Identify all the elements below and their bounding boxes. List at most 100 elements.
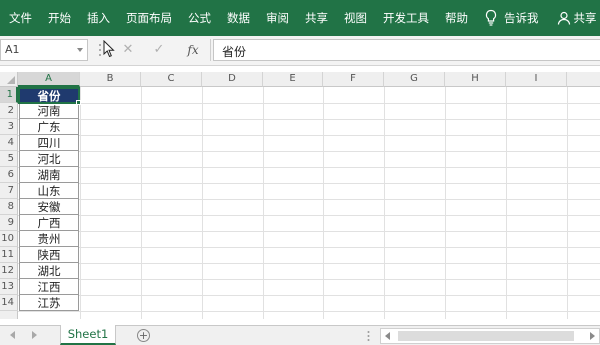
tab-review[interactable]: 审阅 bbox=[258, 0, 297, 36]
lightbulb-icon bbox=[485, 9, 497, 26]
gridline bbox=[202, 87, 203, 319]
row-header-15[interactable] bbox=[0, 311, 18, 319]
share-label: 共享 bbox=[573, 11, 597, 25]
column-header-e[interactable]: E bbox=[263, 72, 323, 87]
select-all-button[interactable] bbox=[0, 72, 18, 87]
name-box[interactable]: A1 bbox=[0, 39, 88, 61]
gridline bbox=[445, 87, 446, 319]
cell-a8[interactable]: 安徽 bbox=[19, 199, 79, 215]
row-header-14[interactable]: 14 bbox=[0, 295, 18, 311]
select-all-triangle-icon bbox=[7, 76, 15, 84]
scrollbar-thumb[interactable] bbox=[398, 331, 574, 341]
chevron-down-icon[interactable] bbox=[77, 48, 83, 52]
cell-a6[interactable]: 湖南 bbox=[19, 167, 79, 183]
gridline bbox=[18, 231, 600, 232]
gridline bbox=[18, 215, 600, 216]
row-header-12[interactable]: 12 bbox=[0, 263, 18, 279]
tab-file[interactable]: 文件 bbox=[0, 0, 40, 36]
cell-a2[interactable]: 河南 bbox=[19, 103, 79, 119]
row-header-13[interactable]: 13 bbox=[0, 279, 18, 295]
row-header-11[interactable]: 11 bbox=[0, 247, 18, 263]
row-header-5[interactable]: 5 bbox=[0, 151, 18, 167]
gridline bbox=[18, 247, 600, 248]
row-header-4[interactable]: 4 bbox=[0, 135, 18, 151]
cell-a13[interactable]: 江西 bbox=[19, 279, 79, 295]
tab-share[interactable]: 共享 bbox=[297, 0, 336, 36]
gridline bbox=[506, 87, 507, 319]
tab-help[interactable]: 帮助 bbox=[437, 0, 476, 36]
cell-a3[interactable]: 广东 bbox=[19, 119, 79, 135]
gridline bbox=[323, 87, 324, 319]
column-header-b[interactable]: B bbox=[80, 72, 141, 87]
insert-function-button[interactable]: fx bbox=[184, 41, 202, 59]
row-header-1[interactable]: 1 bbox=[0, 87, 18, 103]
splitter-handle-icon[interactable] bbox=[367, 330, 370, 342]
row-header-10[interactable]: 10 bbox=[0, 231, 18, 247]
fill-handle[interactable] bbox=[76, 100, 81, 105]
formula-bar: A1 ✕ ✓ fx 省份 bbox=[0, 36, 600, 66]
cell-a11[interactable]: 陕西 bbox=[19, 247, 79, 263]
cell-a4[interactable]: 四川 bbox=[19, 135, 79, 151]
formula-input[interactable]: 省份 bbox=[213, 39, 600, 61]
gridline bbox=[18, 103, 600, 104]
cell-a5[interactable]: 河北 bbox=[19, 151, 79, 167]
row-header-7[interactable]: 7 bbox=[0, 183, 18, 199]
gridline bbox=[18, 119, 600, 120]
name-box-value: A1 bbox=[5, 43, 20, 56]
scroll-right-arrow-icon[interactable] bbox=[590, 332, 595, 340]
tab-view[interactable]: 视图 bbox=[336, 0, 375, 36]
gridline bbox=[80, 87, 81, 319]
tab-developer[interactable]: 开发工具 bbox=[375, 0, 437, 36]
tab-data[interactable]: 数据 bbox=[219, 0, 258, 36]
gridline bbox=[18, 167, 600, 168]
row-header-8[interactable]: 8 bbox=[0, 199, 18, 215]
gridline bbox=[18, 263, 600, 264]
cell-a9[interactable]: 广西 bbox=[19, 215, 79, 231]
column-header-f[interactable]: F bbox=[323, 72, 384, 87]
scroll-left-arrow-icon[interactable] bbox=[385, 332, 390, 340]
sheet-tab-sheet1[interactable]: Sheet1 bbox=[60, 325, 116, 345]
cell-a14[interactable]: 江苏 bbox=[19, 295, 79, 311]
gridline bbox=[18, 135, 600, 136]
gridline bbox=[18, 311, 600, 312]
drag-handle-icon[interactable] bbox=[98, 42, 102, 58]
row-header-9[interactable]: 9 bbox=[0, 215, 18, 231]
scroll-left-icon[interactable] bbox=[10, 331, 15, 339]
formula-divider bbox=[210, 39, 211, 61]
add-sheet-button[interactable]: + bbox=[137, 329, 150, 342]
cancel-button[interactable]: ✕ bbox=[119, 41, 137, 59]
cell-a7[interactable]: 山东 bbox=[19, 183, 79, 199]
column-header-h[interactable]: H bbox=[445, 72, 506, 87]
row-header-2[interactable]: 2 bbox=[0, 103, 18, 119]
gridline bbox=[18, 183, 600, 184]
tab-home[interactable]: 开始 bbox=[40, 0, 79, 36]
gridline bbox=[567, 87, 568, 319]
share-button[interactable]: 共享 bbox=[557, 0, 597, 36]
enter-button[interactable]: ✓ bbox=[150, 41, 168, 59]
tab-page-layout[interactable]: 页面布局 bbox=[118, 0, 180, 36]
tab-formulas[interactable]: 公式 bbox=[180, 0, 219, 36]
gridline bbox=[263, 87, 264, 319]
gridline bbox=[18, 279, 600, 280]
horizontal-scrollbar[interactable] bbox=[380, 328, 600, 344]
mouse-cursor-icon bbox=[103, 40, 115, 58]
row-header-3[interactable]: 3 bbox=[0, 119, 18, 135]
scroll-right-icon[interactable] bbox=[32, 331, 37, 339]
tab-insert[interactable]: 插入 bbox=[79, 0, 118, 36]
tell-me-label: 告诉我 bbox=[504, 11, 539, 25]
cell-a10[interactable]: 贵州 bbox=[19, 231, 79, 247]
column-header-j[interactable] bbox=[567, 72, 600, 87]
column-header-g[interactable]: G bbox=[384, 72, 445, 87]
column-header-c[interactable]: C bbox=[141, 72, 202, 87]
column-header-d[interactable]: D bbox=[202, 72, 263, 87]
sheet-tab-bar: Sheet1 + bbox=[0, 325, 600, 345]
gridline bbox=[141, 87, 142, 319]
tell-me-box[interactable]: 告诉我 bbox=[476, 0, 545, 36]
gridline bbox=[18, 295, 600, 296]
cell-a12[interactable]: 湖北 bbox=[19, 263, 79, 279]
row-header-6[interactable]: 6 bbox=[0, 167, 18, 183]
active-cell-border bbox=[18, 87, 80, 104]
column-header-a[interactable]: A bbox=[18, 72, 80, 87]
column-header-i[interactable]: I bbox=[506, 72, 567, 87]
ribbon-tab-bar: 文件 开始 插入 页面布局 公式 数据 审阅 共享 视图 开发工具 帮助 告诉我… bbox=[0, 0, 600, 36]
